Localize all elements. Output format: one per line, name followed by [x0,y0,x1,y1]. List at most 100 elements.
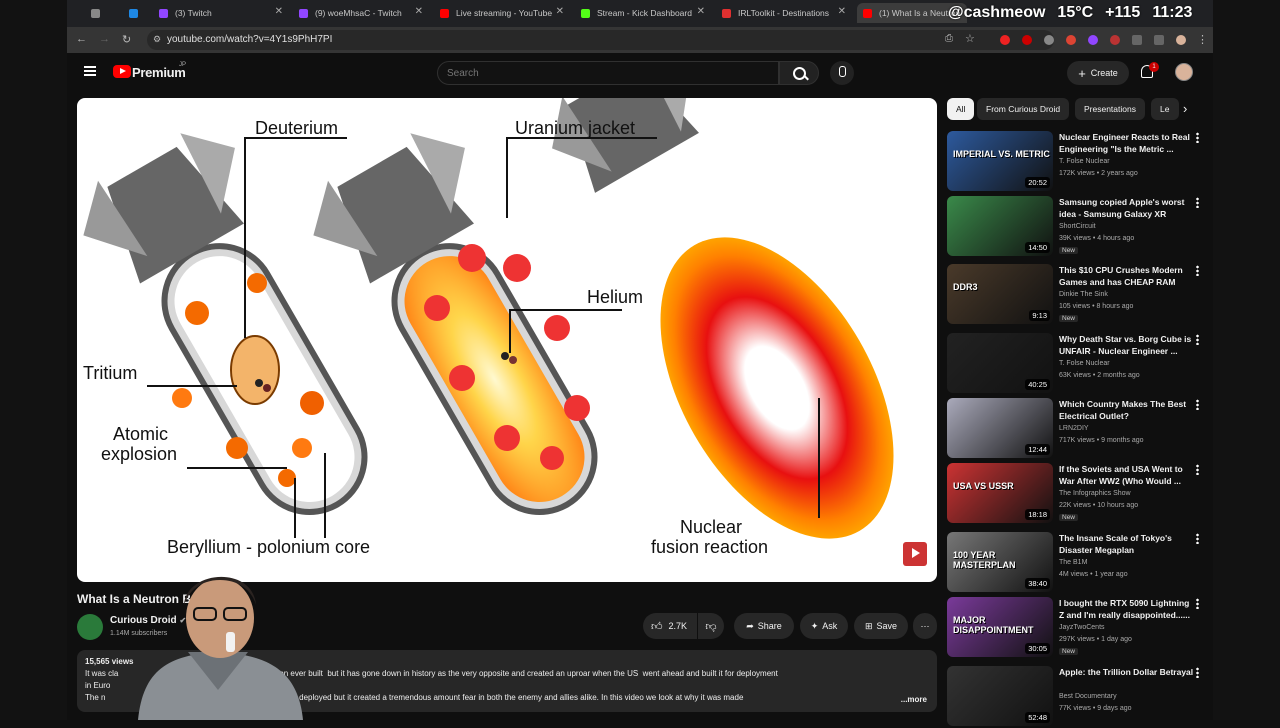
reload-icon[interactable]: ↻ [122,33,131,46]
like-button[interactable]: 👍︎ 2.7K [643,613,697,639]
more-options-icon[interactable] [1196,197,1199,208]
extension-icon[interactable] [1044,35,1054,45]
video-thumbnail[interactable]: 14:50 [947,196,1053,256]
tab-twitch[interactable]: (3) Twitch ✕ [153,3,289,23]
close-icon[interactable]: ✕ [275,6,283,17]
chip-from-channel[interactable]: From Curious Droid [977,98,1070,120]
more-options-icon[interactable] [1196,334,1199,345]
search-box[interactable] [437,61,779,85]
extension-icon[interactable] [1066,35,1076,45]
video-player[interactable]: Deuterium Uranium jacket Helium Tritium … [77,98,937,582]
recommendation-item[interactable]: DDR3 9:13 This $10 CPU Crushes Modern Game… [947,264,1207,326]
recommendation-channel[interactable]: The B1M [1059,559,1087,566]
back-icon[interactable]: ← [76,33,87,45]
recommendation-title[interactable]: I bought the RTX 5090 Lightning Z and I'… [1059,597,1195,621]
browser-menu-icon[interactable]: ⋮ [1197,33,1208,46]
close-icon[interactable]: ✕ [838,6,846,17]
tab-irltoolkit[interactable]: IRLToolkit - Destinations ✕ [716,3,852,23]
video-thumbnail[interactable]: IMPERIAL VS. METRIC 20:52 [947,131,1053,191]
forward-icon[interactable]: → [99,33,110,45]
account-avatar[interactable] [1175,63,1193,81]
tab-overview-icon[interactable] [85,3,119,23]
search-button[interactable] [779,61,819,85]
sidepanel-icon[interactable] [1154,35,1164,45]
tab-label: (9) woeMhsaC - Twitch [315,8,402,18]
bookmark-star-icon[interactable]: ☆ [965,32,975,45]
address-bar[interactable]: ⚙ youtube.com/watch?v=4Y1s9PhH7PI ⎙ ☆ [147,30,1054,50]
create-button[interactable]: + Create [1067,61,1129,85]
show-more-link[interactable]: ...more [901,694,927,706]
chip-presentations[interactable]: Presentations [1075,98,1145,120]
recommendation-title[interactable]: If the Soviets and USA Went to War After… [1059,463,1195,487]
more-options-icon[interactable] [1196,533,1199,544]
recommendation-channel[interactable]: LRN2DIY [1059,425,1089,432]
recommendation-title[interactable]: Which Country Makes The Best Electrical … [1059,398,1195,422]
close-icon[interactable]: ✕ [415,6,423,17]
youtube-logo-icon[interactable] [113,65,131,78]
profile-avatar[interactable] [1176,35,1186,45]
video-thumbnail[interactable]: MAJOR DISAPPOINTMENT 30:05 [947,597,1053,657]
extension-icon[interactable] [1000,35,1010,45]
recommendation-item[interactable]: USA VS USSR 18:18 If the Soviets and USA W… [947,463,1207,525]
more-options-icon[interactable] [1196,464,1199,475]
more-options-icon[interactable] [1196,598,1199,609]
recommendation-channel[interactable]: T. Folse Nuclear [1059,360,1110,367]
share-button[interactable]: ➦ Share [734,613,794,639]
dislike-button[interactable]: 👎︎ [698,613,724,639]
recommendation-channel[interactable]: T. Folse Nuclear [1059,158,1110,165]
extension-icon[interactable] [1022,35,1032,45]
more-options-icon[interactable] [1196,399,1199,410]
video-thumbnail[interactable]: 40:25 [947,333,1053,393]
tab-youtube-studio[interactable]: Live streaming - YouTube ✕ [434,3,570,23]
voice-search-icon[interactable] [830,61,854,85]
tab-kick[interactable]: Stream - Kick Dashboard ✕ [575,3,711,23]
chip-partial[interactable]: Le [1151,98,1179,120]
close-icon[interactable]: ✕ [697,6,705,17]
more-options-icon[interactable] [1196,132,1199,143]
recommendation-channel[interactable]: The Infographics Show [1059,490,1131,497]
more-options-icon[interactable] [1196,265,1199,276]
puzzle-icon[interactable] [1132,35,1142,45]
search-input[interactable] [447,68,747,79]
video-thumbnail[interactable]: 12:44 [947,398,1053,458]
recommendation-title[interactable]: This $10 CPU Crushes Modern Games and ha… [1059,264,1195,288]
extension-icon[interactable] [1110,35,1120,45]
chip-all[interactable]: All [947,98,975,120]
more-actions-button[interactable]: ⋯ [913,613,937,639]
recommendation-title[interactable]: Why Death Star vs. Borg Cube is UNFAIR -… [1059,333,1195,357]
recommendation-title[interactable]: Nuclear Engineer Reacts to Real Engineer… [1059,131,1195,155]
recommendation-item[interactable]: 14:50 Samsung copied Apple's worst idea -… [947,196,1207,258]
save-button[interactable]: ⊞ Save [854,613,908,639]
video-thumbnail[interactable]: 100 YEAR MASTERPLAN 38:40 [947,532,1053,592]
install-icon[interactable]: ⎙ [945,33,953,44]
close-icon[interactable]: ✕ [556,6,564,17]
channel-watermark-icon[interactable] [903,542,927,566]
recommendation-channel[interactable]: JayzTwoCents [1059,624,1105,631]
recommendation-item[interactable]: 40:25 Why Death Star vs. Borg Cube is UNF… [947,333,1207,395]
more-options-icon[interactable] [1196,667,1199,678]
recommendation-item[interactable]: MAJOR DISAPPOINTMENT 30:05 I bought the RT… [947,597,1207,659]
video-thumbnail[interactable]: DDR3 9:13 [947,264,1053,324]
ask-button[interactable]: ✦ Ask [800,613,848,639]
label-atomic: Atomic [113,424,169,444]
recommendation-title[interactable]: The Insane Scale of Tokyo's Disaster Meg… [1059,532,1195,556]
youtube-premium-logo[interactable]: Premium [132,65,186,80]
hamburger-menu-icon[interactable] [84,66,96,76]
recommendation-channel[interactable]: ShortCircuit [1059,223,1096,230]
extension-icon[interactable] [1088,35,1098,45]
site-info-icon[interactable]: ⚙ [153,34,161,45]
recommendation-item[interactable]: 52:48 Apple: the Trillion Dollar Betrayal… [947,666,1207,728]
channel-avatar[interactable] [77,614,103,640]
recommendation-item[interactable]: 12:44 Which Country Makes The Best Electr… [947,398,1207,460]
recommendation-channel[interactable]: Best Documentary [1059,693,1117,700]
tab-twitch-channel[interactable]: (9) woeMhsaC - Twitch ✕ [293,3,429,23]
video-thumbnail[interactable]: USA VS USSR 18:18 [947,463,1053,523]
recommendation-item[interactable]: 100 YEAR MASTERPLAN 38:40 The Insane Scale… [947,532,1207,594]
recommendation-channel[interactable]: Dinkie The Sink [1059,291,1108,298]
tab-pinned[interactable] [123,3,147,23]
recommendation-title[interactable]: Apple: the Trillion Dollar Betrayal [1059,666,1195,678]
chevron-right-icon[interactable]: › [1183,101,1187,116]
recommendation-item[interactable]: IMPERIAL VS. METRIC 20:52 Nuclear Engineer… [947,131,1207,193]
recommendation-title[interactable]: Samsung copied Apple's worst idea - Sams… [1059,196,1195,220]
video-thumbnail[interactable]: 52:48 [947,666,1053,726]
